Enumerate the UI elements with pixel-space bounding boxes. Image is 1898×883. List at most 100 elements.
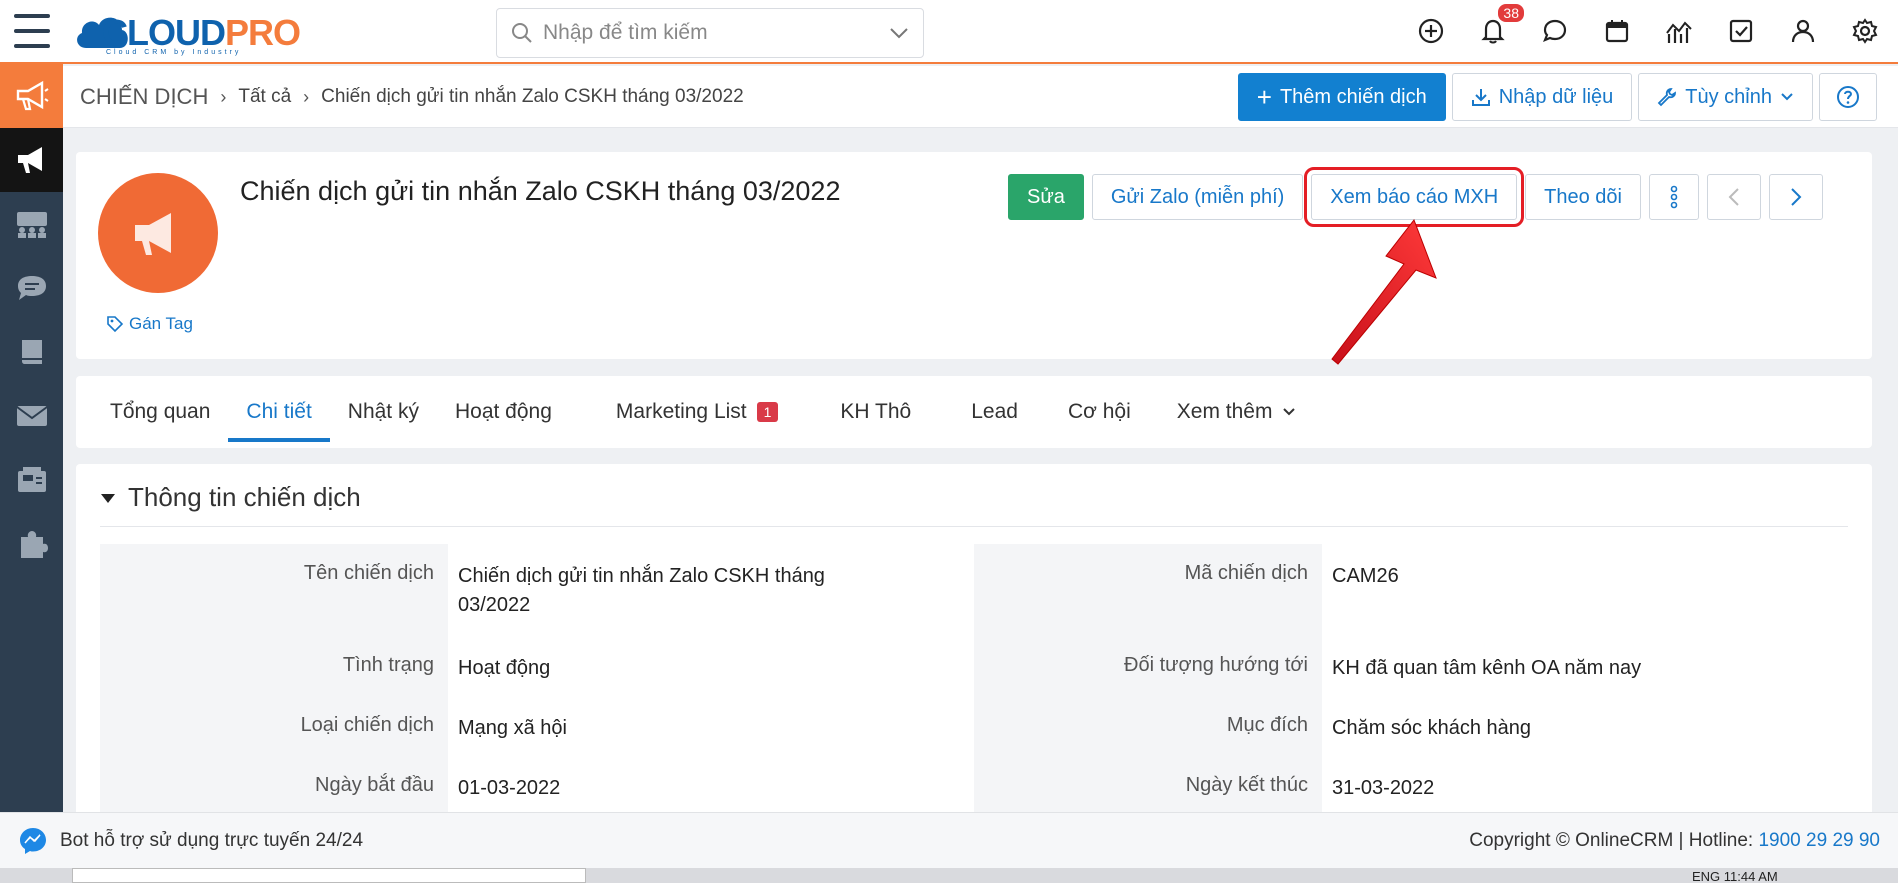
taskbar-window[interactable] xyxy=(72,868,586,883)
sidebar-item-email[interactable] xyxy=(0,384,63,448)
sidebar-item-extensions[interactable] xyxy=(0,512,63,576)
tab-label: Hoạt động xyxy=(454,400,552,423)
tab-label: Chi tiết xyxy=(246,400,312,423)
more-options-button[interactable] xyxy=(1649,174,1699,220)
previous-record-button[interactable] xyxy=(1707,174,1761,220)
edit-button[interactable]: Sửa xyxy=(1008,174,1084,220)
bell-icon[interactable]: 38 xyxy=(1476,4,1524,48)
field-value[interactable]: CAM26 xyxy=(1322,562,1722,591)
user-icon[interactable] xyxy=(1786,14,1820,48)
sidebar-item-knowledge[interactable] xyxy=(0,320,63,384)
customize-label: Tùy chỉnh xyxy=(1685,85,1772,108)
chevron-right-icon xyxy=(1791,188,1802,206)
book-icon xyxy=(21,340,42,364)
add-tag-link[interactable]: Gán Tag xyxy=(106,314,193,334)
info-column-left: Tên chiến dịch Chiến dịch gửi tin nhắn Z… xyxy=(100,544,974,824)
tab-marketing-list[interactable]: Marketing List 1 xyxy=(598,376,797,448)
field-status: Tình trạng Hoạt động xyxy=(100,654,974,683)
app-logo[interactable]: CLOUDPRO Cloud CRM by Industry xyxy=(72,6,301,58)
sidebar-item-messages[interactable] xyxy=(0,256,63,320)
download-icon xyxy=(1471,89,1490,106)
field-target-audience: Đối tượng hướng tới KH đã quan tâm kênh … xyxy=(974,654,1848,683)
send-zalo-button[interactable]: Gửi Zalo (miễn phí) xyxy=(1091,174,1304,220)
customize-button[interactable]: Tùy chỉnh xyxy=(1638,73,1813,121)
notification-badge: 38 xyxy=(1498,4,1524,22)
breadcrumb-root[interactable]: CHIẾN DỊCH xyxy=(80,84,208,110)
import-data-label: Nhập dữ liệu xyxy=(1498,85,1614,108)
next-record-button[interactable] xyxy=(1769,174,1823,220)
gear-icon[interactable] xyxy=(1848,14,1882,48)
info-column-right: Mã chiến dịch CAM26 Đối tượng hướng tới … xyxy=(974,544,1848,824)
chevron-down-icon xyxy=(1283,408,1296,416)
section-toggle[interactable]: Thông tin chiến dịch xyxy=(100,482,361,513)
help-button[interactable] xyxy=(1819,73,1877,121)
search-input[interactable] xyxy=(543,21,889,45)
hotline-link[interactable]: 1900 29 29 90 xyxy=(1758,830,1880,851)
field-value[interactable]: 01-03-2022 xyxy=(448,774,848,803)
puzzle-icon xyxy=(20,531,48,558)
support-bot[interactable]: Bot hỗ trợ sử dụng trực tuyến 24/24 xyxy=(18,826,363,856)
tab-leads[interactable]: Lead xyxy=(953,376,1036,448)
kebab-menu-icon xyxy=(1670,185,1678,209)
global-search[interactable] xyxy=(496,8,924,58)
chat-icon[interactable] xyxy=(1538,14,1572,48)
wrench-icon xyxy=(1658,88,1677,107)
field-end-date: Ngày kết thúc 31-03-2022 xyxy=(974,774,1848,803)
tab-log[interactable]: Nhật ký xyxy=(330,376,437,448)
os-taskbar: ENG 11:44 AM xyxy=(0,868,1898,883)
sidebar-item-phone[interactable] xyxy=(0,448,63,512)
field-label: Mã chiến dịch xyxy=(1184,562,1308,584)
tab-label: Xem thêm xyxy=(1176,400,1273,423)
question-circle-icon xyxy=(1837,86,1859,108)
caret-down-icon xyxy=(101,493,115,503)
add-tag-label: Gán Tag xyxy=(129,314,193,333)
tab-raw-customers[interactable]: KH Thô xyxy=(822,376,929,448)
chevron-down-icon[interactable] xyxy=(889,27,909,39)
add-campaign-label: Thêm chiến dịch xyxy=(1279,85,1427,108)
field-value[interactable]: Hoạt động xyxy=(448,654,848,683)
add-campaign-button[interactable]: + Thêm chiến dịch xyxy=(1237,73,1446,121)
follow-button[interactable]: Theo dõi xyxy=(1525,174,1641,220)
breadcrumb: CHIẾN DỊCH › Tất cả › Chiến dịch gửi tin… xyxy=(80,84,744,110)
tab-label: Lead xyxy=(971,400,1018,423)
import-data-button[interactable]: Nhập dữ liệu xyxy=(1451,73,1633,121)
field-value[interactable]: KH đã quan tâm kênh OA năm nay xyxy=(1322,654,1722,683)
sidebar-item-campaigns-active[interactable] xyxy=(0,128,63,192)
tab-more[interactable]: Xem thêm xyxy=(1159,376,1315,448)
record-tabs: Tổng quan Chi tiết Nhật ký Hoạt động Mar… xyxy=(76,376,1872,448)
messenger-icon xyxy=(20,827,46,854)
field-value[interactable]: Chăm sóc khách hàng xyxy=(1322,714,1722,743)
group-icon xyxy=(16,212,47,238)
calendar-icon[interactable] xyxy=(1600,14,1634,48)
sidebar-item-campaigns[interactable] xyxy=(0,64,63,128)
speech-bubble-icon xyxy=(17,276,46,300)
tab-opportunities[interactable]: Cơ hội xyxy=(1050,376,1149,448)
tab-details[interactable]: Chi tiết xyxy=(228,376,331,448)
field-value[interactable]: Chiến dịch gửi tin nhắn Zalo CSKH tháng … xyxy=(448,562,848,620)
chevron-left-icon xyxy=(1728,188,1739,206)
logo-tagline: Cloud CRM by Industry xyxy=(106,49,242,56)
social-report-button[interactable]: Xem báo cáo MXH xyxy=(1304,167,1525,227)
breadcrumb-all[interactable]: Tất cả xyxy=(238,86,291,108)
plus-icon: + xyxy=(1256,82,1272,112)
chevron-right-icon: › xyxy=(303,86,310,107)
section-divider xyxy=(100,526,1848,527)
report-chart-icon[interactable] xyxy=(1662,14,1696,48)
megaphone-filled-icon xyxy=(17,147,42,173)
tab-label: Nhật ký xyxy=(347,400,419,423)
tab-activities[interactable]: Hoạt động xyxy=(437,376,570,448)
task-check-icon[interactable] xyxy=(1724,14,1758,48)
record-avatar xyxy=(98,173,218,293)
top-bar: CLOUDPRO Cloud CRM by Industry 38 xyxy=(0,0,1898,64)
campaign-info-section: Thông tin chiến dịch Tên chiến dịch Chiế… xyxy=(76,464,1872,824)
field-value[interactable]: 31-03-2022 xyxy=(1322,774,1722,803)
sidebar-item-customers[interactable] xyxy=(0,192,63,256)
field-label: Ngày bắt đầu xyxy=(315,774,434,796)
field-label: Ngày kết thúc xyxy=(1185,774,1308,796)
menu-toggle-icon[interactable] xyxy=(14,14,50,48)
add-circle-icon[interactable] xyxy=(1414,14,1448,48)
tab-overview[interactable]: Tổng quan xyxy=(92,376,228,448)
field-value[interactable]: Mạng xã hội xyxy=(448,714,848,743)
support-bot-label: Bot hỗ trợ sử dụng trực tuyến 24/24 xyxy=(60,829,364,851)
field-label: Mục đích xyxy=(1226,714,1308,736)
